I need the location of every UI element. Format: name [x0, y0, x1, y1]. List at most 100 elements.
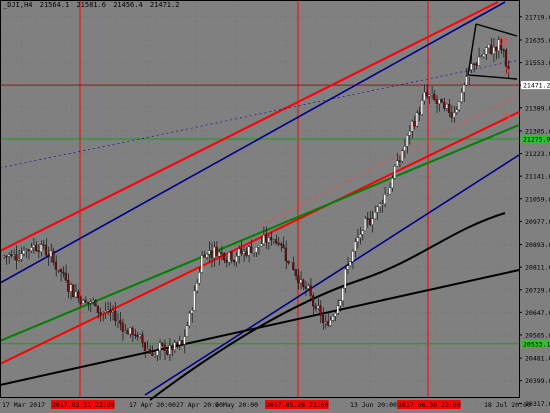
candle-body — [52, 250, 55, 263]
chart-window[interactable]: 21719.0 21635.0 21553.0 21471.2 21389.0 21305… — [0, 0, 550, 413]
candle-body — [423, 92, 426, 101]
plot-area — [0, 0, 519, 397]
candle-body — [47, 254, 50, 257]
candle-body — [79, 297, 82, 304]
candle-body — [435, 99, 438, 104]
candle-body — [250, 246, 253, 253]
candle-body — [391, 178, 394, 189]
candle-body — [336, 305, 339, 314]
candle-body — [289, 262, 292, 264]
candle-body — [302, 279, 305, 287]
open-value: 21564.1 — [39, 1, 70, 9]
y-tick-label: 20481.0 — [525, 355, 550, 363]
y-tick-label: 21305.0 — [525, 127, 550, 135]
candle-body — [450, 112, 453, 118]
candle-body — [44, 245, 48, 256]
candle-body — [388, 187, 391, 195]
price-tag-label: 21275.9 — [523, 135, 550, 143]
candle-body — [67, 279, 70, 292]
candle-body — [5, 255, 8, 258]
y-tick-label: 21141.0 — [525, 173, 550, 181]
candle-body — [193, 290, 196, 311]
y-tick-label: 21635.0 — [525, 36, 550, 44]
candle-body — [190, 310, 193, 314]
candle-body — [321, 315, 325, 323]
x-axis-label: 2017.06.30 23:00 — [398, 401, 461, 409]
y-tick-label: 21553.0 — [525, 59, 550, 67]
close-value: 21471.2 — [149, 1, 180, 9]
candle-body — [32, 245, 35, 248]
candle-body — [54, 261, 57, 270]
candle-body — [440, 99, 443, 103]
candle-body — [344, 268, 347, 289]
candle-body — [35, 245, 38, 251]
candle-body — [455, 109, 458, 113]
candle-body — [311, 295, 315, 307]
candle-body — [341, 288, 344, 301]
candle-body — [20, 253, 23, 260]
candle-body — [230, 252, 233, 261]
symbol-label: _DJI,H4 — [3, 1, 33, 9]
candle-body — [428, 94, 431, 97]
candle-body — [218, 252, 221, 257]
y-tick-label: 20811.0 — [525, 264, 550, 272]
candle-body — [148, 349, 151, 354]
y-tick-label: 21059.0 — [525, 195, 550, 203]
candle-body — [166, 350, 169, 355]
price-chart[interactable]: 21719.0 21635.0 21553.0 21471.2 21389.0 21305… — [0, 0, 550, 413]
candle-body — [462, 84, 466, 93]
candle-body — [146, 349, 149, 351]
candle-body — [294, 269, 297, 276]
x-axis-label: 9 May 20:00 — [215, 401, 258, 409]
candle-body — [396, 160, 399, 167]
candle-body — [74, 291, 77, 298]
candle-body — [457, 101, 461, 110]
x-axis-label: 2017.03.31 23:00 — [52, 401, 115, 409]
candle-body — [438, 99, 441, 104]
candle-body — [2, 255, 6, 258]
candle-body — [27, 249, 30, 251]
candle-body — [153, 354, 156, 357]
x-axis-label: 18 Jul 20:00 — [484, 401, 531, 409]
candle-body — [472, 63, 475, 65]
candle-body — [445, 104, 448, 109]
candle-body — [316, 305, 320, 309]
y-tick-label: 20977.0 — [525, 218, 550, 226]
candle-body — [299, 279, 302, 283]
candle-body — [7, 254, 10, 257]
candle-body — [173, 342, 176, 350]
candle-body — [111, 311, 114, 313]
candle-body — [175, 342, 179, 346]
candle-body — [265, 235, 268, 243]
candle-body — [425, 92, 428, 97]
price-tag-label: 20533.1 — [523, 340, 550, 348]
candle-body — [361, 230, 364, 235]
candle-body — [64, 272, 67, 281]
candle-body — [480, 56, 483, 59]
candle-body — [319, 305, 322, 316]
candle-body — [354, 241, 357, 252]
y-tick-label: 20647.0 — [525, 309, 550, 317]
candle-body — [237, 248, 240, 257]
candle-body — [287, 260, 290, 264]
candle-body — [245, 251, 248, 256]
candle-body — [59, 269, 62, 273]
candle-body — [188, 313, 191, 326]
candle-body — [398, 160, 401, 162]
candle-body — [178, 340, 181, 346]
candle-body — [452, 112, 456, 118]
candle-body — [222, 253, 226, 261]
candle-body — [25, 249, 28, 251]
candle-body — [84, 300, 87, 303]
y-tick-label: 20399.0 — [525, 377, 550, 385]
candle-body — [368, 218, 372, 225]
candle-body — [297, 275, 300, 283]
candle-body — [62, 271, 65, 274]
candle-body — [208, 250, 211, 255]
y-tick-label: 20729.0 — [525, 286, 550, 294]
candle-body — [304, 286, 307, 289]
candle-body — [504, 50, 508, 67]
candle-body — [121, 323, 124, 332]
candle-body — [210, 250, 213, 259]
candle-body — [109, 309, 112, 313]
